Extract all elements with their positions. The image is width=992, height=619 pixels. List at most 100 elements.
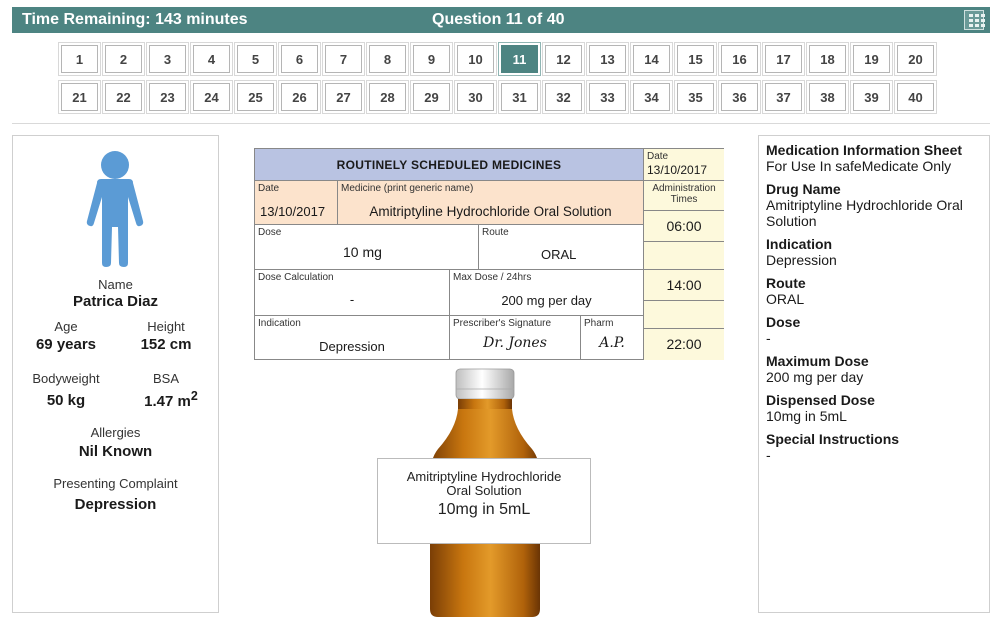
- question-button-13[interactable]: 13: [586, 42, 629, 76]
- age-label: Age: [54, 319, 78, 334]
- question-button-7[interactable]: 7: [322, 42, 365, 76]
- medicine-cell: Medicine (print generic name) Amitriptyl…: [338, 181, 644, 225]
- question-button-31[interactable]: 31: [498, 80, 541, 114]
- info-dispensed-label: Dispensed Dose: [766, 392, 875, 408]
- question-button-17[interactable]: 17: [762, 42, 805, 76]
- info-subtitle: For Use In safeMedicate Only: [766, 158, 952, 174]
- question-button-10[interactable]: 10: [454, 42, 497, 76]
- admin-time-blank-2: [644, 301, 724, 329]
- info-dose-value: -: [766, 330, 771, 346]
- admin-time-1: 06:00: [644, 211, 724, 242]
- pharm-initials: A.P.: [599, 335, 625, 351]
- question-button-12[interactable]: 12: [542, 42, 585, 76]
- medication-info-sheet: Medication Information Sheet For Use In …: [758, 135, 990, 613]
- info-title: Medication Information Sheet: [766, 142, 963, 158]
- info-dispensed-value: 10mg in 5mL: [766, 408, 847, 424]
- question-button-1[interactable]: 1: [58, 42, 101, 76]
- question-button-8[interactable]: 8: [366, 42, 409, 76]
- question-button-22[interactable]: 22: [102, 80, 145, 114]
- patient-age: 69 years: [35, 336, 97, 353]
- height-label: Height: [147, 319, 185, 334]
- question-button-34[interactable]: 34: [630, 80, 673, 114]
- question-button-37[interactable]: 37: [762, 80, 805, 114]
- question-navigator: 1 2 3 4 5 6 7 8 9 10 11 12 13 14 15 16 17 18 19 20 21 22 23 24…: [58, 42, 937, 121]
- person-icon: [86, 151, 144, 267]
- question-button-29[interactable]: 29: [410, 80, 453, 114]
- admin-date-label: Date: [647, 151, 669, 162]
- info-route-label: Route: [766, 275, 806, 291]
- prescriber-signature: Dr. Jones: [483, 335, 547, 351]
- calculator-icon[interactable]: [964, 10, 985, 30]
- question-button-23[interactable]: 23: [146, 80, 189, 114]
- prescription-date: 13/10/2017: [260, 204, 326, 219]
- info-max-dose-label: Maximum Dose: [766, 353, 869, 369]
- question-button-25[interactable]: 25: [234, 80, 277, 114]
- drug-name-value: Amitriptyline Hydrochloride Oral Solutio…: [766, 197, 963, 229]
- question-button-16[interactable]: 16: [718, 42, 761, 76]
- question-button-14[interactable]: 14: [630, 42, 673, 76]
- complaint-label: Presenting Complaint: [53, 476, 178, 491]
- indication-label: Indication: [258, 318, 301, 329]
- question-button-28[interactable]: 28: [366, 80, 409, 114]
- info-dose-label: Dose: [766, 314, 801, 330]
- question-button-19[interactable]: 19: [850, 42, 893, 76]
- date-label: Date: [258, 183, 280, 194]
- bottle-label-line1: Amitriptyline Hydrochloride: [406, 469, 562, 484]
- question-row-2: 21 22 23 24 25 26 27 28 29 30 31 32 33 34 35 36 37 38 39 40: [58, 80, 937, 114]
- patient-complaint: Depression: [74, 496, 157, 513]
- allergies-label: Allergies: [90, 425, 141, 440]
- question-button-18[interactable]: 18: [806, 42, 849, 76]
- question-button-4[interactable]: 4: [190, 42, 233, 76]
- question-button-3[interactable]: 3: [146, 42, 189, 76]
- dose-value: 10 mg: [343, 244, 382, 260]
- patient-height: 152 cm: [140, 336, 192, 353]
- medicine-name: Amitriptyline Hydrochloride Oral Solutio…: [369, 204, 612, 219]
- question-button-38[interactable]: 38: [806, 80, 849, 114]
- pharm-cell: Pharm A.P.: [581, 316, 644, 360]
- question-button-6[interactable]: 6: [278, 42, 321, 76]
- question-button-40[interactable]: 40: [894, 80, 937, 114]
- question-button-27[interactable]: 27: [322, 80, 365, 114]
- indication-cell: Indication Depression: [255, 316, 450, 360]
- question-button-32[interactable]: 32: [542, 80, 585, 114]
- question-button-21[interactable]: 21: [58, 80, 101, 114]
- max-dose-value: 200 mg per day: [501, 293, 592, 308]
- question-button-24[interactable]: 24: [190, 80, 233, 114]
- dose-calc-cell: Dose Calculation -: [255, 270, 450, 316]
- question-button-36[interactable]: 36: [718, 80, 761, 114]
- bsa-label: BSA: [152, 371, 179, 386]
- prescriber-label: Prescriber's Signature: [453, 318, 552, 329]
- admin-date-cell: Date 13/10/2017: [644, 149, 724, 181]
- question-button-2[interactable]: 2: [102, 42, 145, 76]
- info-special-value: -: [766, 447, 771, 463]
- bottle-label-strength: 10mg in 5mL: [437, 501, 531, 518]
- info-max-dose-value: 200 mg per day: [766, 369, 864, 385]
- question-button-33[interactable]: 33: [586, 80, 629, 114]
- question-counter: Question 11 of 40: [432, 11, 565, 28]
- question-button-20[interactable]: 20: [894, 42, 937, 76]
- time-remaining: Time Remaining: 143 minutes: [22, 11, 248, 28]
- divider: [12, 123, 990, 124]
- question-button-5[interactable]: 5: [234, 42, 277, 76]
- question-button-30[interactable]: 30: [454, 80, 497, 114]
- question-button-9[interactable]: 9: [410, 42, 453, 76]
- question-button-11[interactable]: 11: [498, 42, 541, 76]
- dose-calc-value: -: [349, 292, 355, 307]
- bodyweight-label: Bodyweight: [32, 371, 100, 386]
- route-value: ORAL: [541, 247, 577, 262]
- question-button-26[interactable]: 26: [278, 80, 321, 114]
- info-route-value: ORAL: [766, 291, 805, 307]
- question-button-15[interactable]: 15: [674, 42, 717, 76]
- admin-time-2: 14:00: [644, 270, 724, 301]
- bottle-label: Amitriptyline Hydrochloride Oral Solutio…: [377, 458, 591, 544]
- date-cell: Date 13/10/2017: [255, 181, 338, 225]
- question-button-35[interactable]: 35: [674, 80, 717, 114]
- chart-header: ROUTINELY SCHEDULED MEDICINES: [255, 149, 644, 181]
- prescription-chart: ROUTINELY SCHEDULED MEDICINES Date 13/10…: [254, 148, 724, 360]
- question-button-39[interactable]: 39: [850, 80, 893, 114]
- bsa-superscript: 2: [190, 389, 198, 403]
- dose-cell: Dose 10 mg: [255, 225, 479, 270]
- dose-label: Dose: [258, 227, 282, 238]
- info-special-label: Special Instructions: [766, 431, 900, 447]
- admin-date: 13/10/2017: [647, 163, 708, 177]
